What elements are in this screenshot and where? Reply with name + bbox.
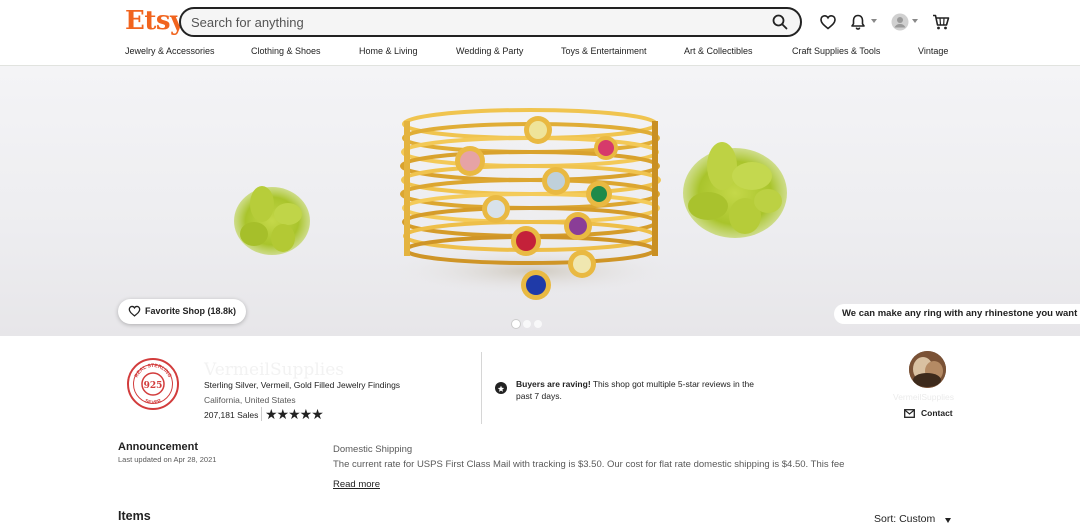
contact-label: Contact <box>921 408 953 418</box>
envelope-icon <box>904 409 915 418</box>
site-header: Etsy Jewelry & Accessories Clothing & Sh… <box>0 0 1080 66</box>
search-bar[interactable] <box>179 7 802 37</box>
carousel-dots <box>512 315 545 333</box>
nav-item-clothing[interactable]: Clothing & Shoes <box>251 46 321 56</box>
announcement-text: The current rate for USPS First Class Ma… <box>333 459 845 470</box>
shop-logo[interactable]: 925 REAL STERLING SILVER <box>126 357 180 411</box>
favorite-shop-button[interactable]: Favorite Shop (18.8k) <box>118 299 247 324</box>
announcement-heading: Domestic Shipping <box>333 444 413 455</box>
nav-item-art[interactable]: Art & Collectibles <box>684 46 753 56</box>
banner-caption: We can make any ring with any rhinestone… <box>834 304 1080 324</box>
star-badge-icon <box>495 382 507 394</box>
nav-item-home[interactable]: Home & Living <box>359 46 418 56</box>
items-heading: Items <box>118 509 151 523</box>
raving-bold: Buyers are raving! <box>516 379 591 389</box>
divider <box>481 352 482 424</box>
etsy-logo[interactable]: Etsy <box>125 6 185 36</box>
search-input[interactable] <box>191 13 751 31</box>
nav-item-craft[interactable]: Craft Supplies & Tools <box>792 46 880 56</box>
cart-icon[interactable] <box>931 12 951 32</box>
sort-dropdown[interactable]: Sort: Custom <box>874 513 935 525</box>
nav-item-wedding[interactable]: Wedding & Party <box>456 46 523 56</box>
shop-banner <box>0 66 1080 336</box>
banner-image <box>234 108 787 300</box>
shop-location: California, United States <box>204 395 296 405</box>
user-avatar-icon[interactable] <box>890 12 910 32</box>
chevron-down-icon[interactable] <box>945 518 951 523</box>
nav-item-jewelry[interactable]: Jewelry & Accessories <box>125 46 215 56</box>
carousel-dot[interactable] <box>534 320 542 328</box>
bell-icon[interactable] <box>848 12 868 32</box>
announcement-date: Last updated on Apr 28, 2021 <box>118 455 217 464</box>
shop-name: VermeilSupplies <box>204 360 344 380</box>
search-icon[interactable] <box>772 14 788 30</box>
heart-icon <box>128 305 141 317</box>
rating-stars[interactable]: ★★★★★ <box>265 406 324 423</box>
heart-icon[interactable] <box>818 12 838 32</box>
owner-name: VermeilSupplies <box>893 392 954 402</box>
divider <box>261 407 262 421</box>
carousel-dot[interactable] <box>523 320 531 328</box>
shop-tagline: Sterling Silver, Vermeil, Gold Filled Je… <box>204 380 401 390</box>
nav-item-vintage[interactable]: Vintage <box>918 46 948 56</box>
shop-sales[interactable]: 207,181 Sales <box>204 410 258 420</box>
raving-message: Buyers are raving! This shop got multipl… <box>516 378 756 402</box>
read-more-link[interactable]: Read more <box>333 479 380 490</box>
shop-logo-center: 925 <box>144 381 163 391</box>
nav-item-toys[interactable]: Toys & Entertainment <box>561 46 647 56</box>
succulent-left <box>234 186 310 255</box>
notifications-caret-icon[interactable] <box>871 19 877 23</box>
contact-button[interactable]: Contact <box>904 408 953 418</box>
succulent-right <box>683 142 787 238</box>
carousel-dot[interactable] <box>512 320 520 328</box>
favorite-shop-label: Favorite Shop (18.8k) <box>145 306 237 316</box>
account-caret-icon[interactable] <box>912 19 918 23</box>
owner-avatar[interactable] <box>909 351 946 388</box>
category-nav: Jewelry & Accessories Clothing & Shoes H… <box>0 44 1080 60</box>
announcement-title: Announcement <box>118 441 199 453</box>
